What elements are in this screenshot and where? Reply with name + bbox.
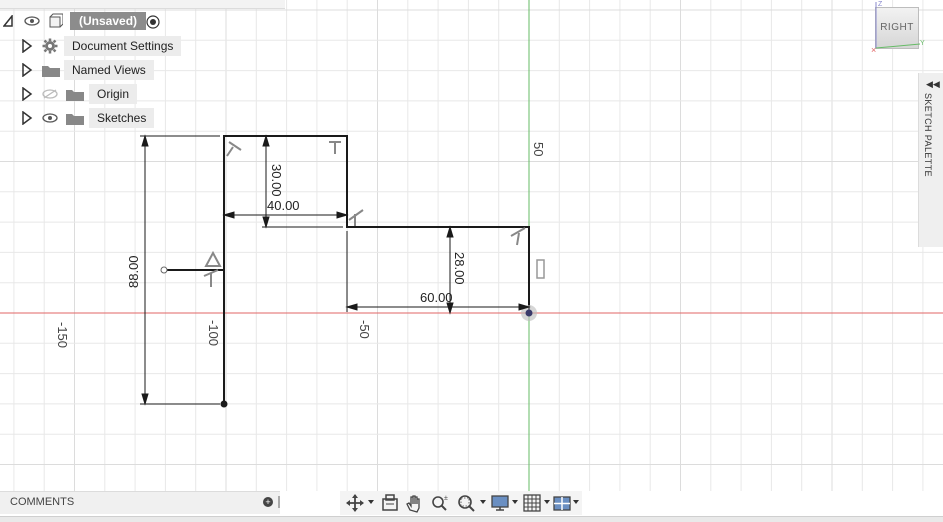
grid-dropdown-caret[interactable] — [544, 500, 550, 504]
eye-icon[interactable] — [24, 16, 40, 26]
panel-resize-handle[interactable] — [278, 496, 280, 508]
browser-item-label: Document Settings — [64, 36, 182, 56]
folder-icon — [66, 90, 84, 101]
expand-arrow-icon[interactable] — [20, 87, 34, 101]
pan-hand-icon[interactable] — [404, 493, 424, 513]
fix-constraint-icon — [536, 259, 545, 279]
add-comment-icon[interactable]: + — [263, 497, 273, 507]
orbit-icon[interactable] — [345, 493, 365, 513]
browser-item-label: Sketches — [89, 108, 155, 128]
svg-text:×: × — [871, 45, 876, 55]
eye-hidden-icon[interactable] — [42, 89, 58, 99]
sketch-palette-tab[interactable]: ◀◀ SKETCH PALETTE — [918, 73, 943, 247]
grid-settings-icon[interactable] — [522, 493, 542, 513]
folder-icon — [42, 66, 60, 77]
collapse-triangle-icon[interactable] — [3, 15, 13, 27]
svg-text:Z: Z — [878, 1, 883, 8]
browser-root-row[interactable]: (Unsaved) — [0, 8, 170, 34]
browser-item-origin[interactable]: Origin — [0, 83, 138, 105]
browser-item-named-views[interactable]: Named Views — [0, 59, 154, 81]
zoom-icon[interactable]: ± — [430, 493, 450, 513]
expand-arrow-icon[interactable] — [20, 39, 34, 53]
origin-point[interactable] — [525, 309, 533, 317]
viewports-dropdown-caret[interactable] — [573, 500, 579, 504]
perpendicular-constraint-icon — [510, 227, 526, 246]
browser-item-document-settings[interactable]: Document Settings — [0, 35, 182, 57]
triangle-constraint-icon — [204, 250, 222, 267]
sketch-palette-label: SKETCH PALETTE — [923, 93, 933, 177]
eye-icon[interactable] — [42, 113, 58, 123]
browser-item-sketches[interactable]: Sketches — [0, 107, 155, 129]
dimension-width-right-label[interactable]: 60.00 — [420, 290, 453, 305]
comments-panel[interactable]: COMMENTS + — [0, 491, 280, 514]
look-at-icon[interactable] — [380, 493, 400, 513]
folder-icon — [66, 114, 84, 125]
status-strip — [0, 516, 943, 522]
perpendicular-constraint-icon — [226, 141, 242, 157]
perpendicular-constraint-icon — [203, 269, 219, 287]
browser-item-label: Origin — [89, 84, 138, 104]
dimension-width-top-label[interactable]: 40.00 — [267, 198, 300, 213]
expand-arrow-icon[interactable] — [20, 111, 34, 125]
sketch-endpoint-bottom[interactable] — [220, 400, 228, 408]
svg-text:Y: Y — [920, 40, 925, 47]
expand-arrow-icon[interactable] — [20, 63, 34, 77]
axis-label-minus-50: -50 — [357, 320, 372, 339]
view-cube-axis-triad: Z Y × — [871, 1, 925, 55]
orbit-dropdown-caret[interactable] — [368, 500, 374, 504]
fit-zoom-icon[interactable] — [456, 493, 476, 513]
sketch-stub-endpoint[interactable] — [160, 266, 168, 274]
dimension-height-right-label[interactable]: 28.00 — [452, 252, 467, 285]
axis-label-minus-150: -150 — [55, 322, 70, 348]
viewports-icon[interactable] — [552, 493, 572, 513]
dimension-height-total-label[interactable]: 88.00 — [126, 255, 141, 288]
expand-left-icon[interactable]: ◀◀ — [926, 79, 940, 90]
navigation-toolbar: ± — [340, 491, 582, 515]
gear-icon — [42, 38, 58, 54]
display-settings-icon[interactable] — [490, 493, 510, 513]
axis-label-minus-100: -100 — [206, 320, 221, 346]
component-icon — [49, 13, 63, 28]
perpendicular-constraint-icon — [348, 209, 364, 226]
activate-radio-icon[interactable] — [146, 15, 160, 29]
document-name-badge[interactable]: (Unsaved) — [70, 12, 147, 30]
zoom-dropdown-caret[interactable] — [480, 500, 486, 504]
browser-item-label: Named Views — [64, 60, 154, 80]
axis-label-50: 50 — [531, 142, 546, 156]
display-dropdown-caret[interactable] — [512, 500, 518, 504]
dimension-height-top-label[interactable]: 30.00 — [269, 164, 284, 197]
svg-text:±: ± — [444, 495, 448, 502]
perpendicular-constraint-icon — [329, 141, 341, 154]
comments-label: COMMENTS — [10, 496, 75, 508]
